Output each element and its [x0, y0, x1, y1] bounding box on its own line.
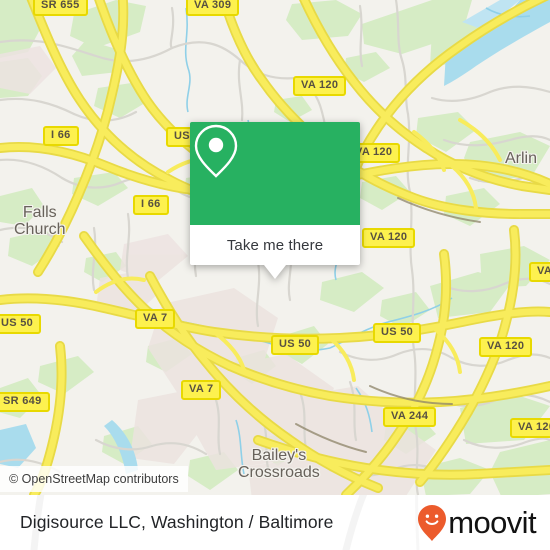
place-label-baileys-crossroads: Bailey's Crossroads — [238, 447, 320, 481]
footer-content: Digisource LLC, Washington / Baltimore m… — [0, 495, 550, 550]
road-shield-sr-655: SR 655 — [33, 0, 88, 16]
road-shield-us-50: US 50 — [271, 335, 320, 355]
road-shield-va-309: VA 309 — [186, 0, 240, 16]
road-shield-va-120: VA 120 — [479, 337, 533, 357]
place-label-falls-church: Falls Church — [14, 204, 66, 238]
road-shield-sr-649: SR 649 — [0, 392, 50, 412]
map-attribution[interactable]: © OpenStreetMap contributors — [0, 466, 188, 492]
location-popup-card[interactable]: Take me there — [190, 122, 360, 279]
footer-title: Digisource LLC, Washington / Baltimore — [20, 512, 334, 532]
road-shield-us-50: US 50 — [0, 314, 42, 334]
place-line: Falls — [22, 204, 57, 221]
road-shield-va-120: VA 120 — [510, 418, 550, 438]
road-shield-va-7: VA 7 — [135, 309, 176, 329]
place-line: Church — [14, 221, 66, 238]
road-shield-i-66: I 66 — [43, 126, 79, 146]
moovit-logo[interactable]: moovit — [417, 504, 537, 542]
road-shield-va-120: VA 120 — [529, 262, 550, 282]
road-shield-va-120: VA 120 — [362, 228, 416, 248]
place-line: Crossroads — [238, 464, 320, 481]
road-shield-va-120: VA 120 — [293, 76, 347, 96]
popup-tail — [264, 265, 286, 279]
road-shield-us-50: US 50 — [373, 323, 422, 343]
place-label-arlington: Arlin — [505, 150, 537, 167]
place-line: Arlin — [505, 150, 538, 167]
popup-image — [190, 122, 360, 225]
moovit-wordmark: moovit — [448, 505, 536, 540]
footer-bar: Digisource LLC, Washington / Baltimore m… — [0, 495, 550, 550]
road-shield-va-7: VA 7 — [181, 380, 222, 400]
moovit-map-page: Falls Church Arlin Bailey's Crossroads S… — [0, 0, 550, 550]
take-me-there-label: Take me there — [226, 236, 324, 254]
road-shield-va-244: VA 244 — [383, 407, 437, 427]
map-canvas[interactable]: Falls Church Arlin Bailey's Crossroads S… — [0, 0, 550, 495]
place-line: Bailey's — [251, 447, 307, 464]
moovit-pin-icon — [418, 504, 447, 541]
road-shield-i-66: I 66 — [133, 195, 169, 215]
map-pin-icon — [194, 124, 238, 178]
take-me-there-button[interactable]: Take me there — [190, 225, 360, 265]
